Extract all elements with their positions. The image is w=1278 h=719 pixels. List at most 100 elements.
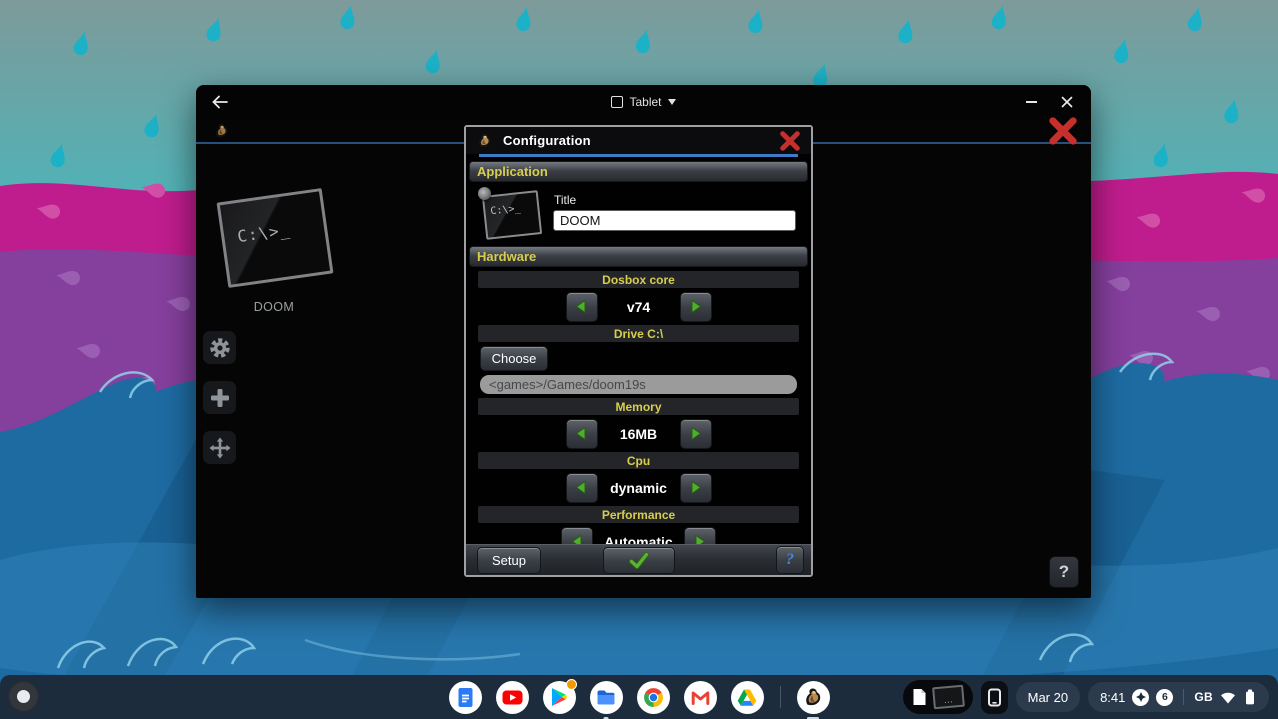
dos-mini-screen: C:\>_ <box>482 190 542 240</box>
status-tray-button[interactable]: 8:41 6 GB <box>1088 682 1269 712</box>
cpu-label: Cpu <box>478 452 799 469</box>
core-prev-button[interactable] <box>566 292 598 322</box>
document-icon <box>912 688 927 706</box>
time-label: 8:41 <box>1100 690 1125 705</box>
gmail-icon <box>690 687 711 708</box>
setup-button[interactable]: Setup <box>477 547 541 574</box>
magic-dosbox-icon <box>801 685 825 709</box>
cpu-spinner: dynamic <box>466 473 811 502</box>
dialog-close-button[interactable] <box>778 131 802 151</box>
plus-icon <box>209 387 231 409</box>
dosbox-core-label: Dosbox core <box>478 271 799 288</box>
holding-space-button[interactable]: ⋯ <box>903 680 973 714</box>
ime-label: GB <box>1194 690 1213 704</box>
shelf-item-magic-dosbox[interactable] <box>797 681 830 714</box>
app-window: Tablet C:\>_ DOOM <box>196 85 1091 598</box>
app-logo-icon <box>212 121 231 140</box>
arrow-left-icon <box>574 299 589 314</box>
memory-prev-button[interactable] <box>566 419 598 449</box>
play-store-notification-dot <box>566 679 577 690</box>
drive-path-field[interactable]: <games>/Games/doom19s <box>480 375 797 394</box>
application-section-header: Application <box>469 161 808 182</box>
chrome-icon <box>643 687 664 708</box>
application-row: C:\>_ Title <box>479 190 798 240</box>
shelf-apps <box>449 681 830 714</box>
pin-icon <box>478 187 491 200</box>
move-icon <box>209 437 231 459</box>
arrow-right-icon <box>688 299 703 314</box>
dialog-help-button[interactable]: ? <box>776 546 804 574</box>
memory-label: Memory <box>478 398 799 415</box>
shelf-separator <box>780 686 781 708</box>
google-docs-icon <box>456 687 475 708</box>
cpu-value: dynamic <box>609 480 669 496</box>
launcher-button[interactable] <box>8 681 39 712</box>
title-label: Title <box>554 193 796 207</box>
core-value: v74 <box>609 299 669 315</box>
hardware-section-header: Hardware <box>469 246 808 267</box>
arrow-left-icon <box>574 426 589 441</box>
dialog-title-bar: Configuration <box>466 127 811 154</box>
play-store-icon <box>549 687 569 707</box>
wifi-icon <box>1220 691 1236 704</box>
cpu-next-button[interactable] <box>680 473 712 503</box>
files-icon <box>596 689 616 706</box>
doom-shortcut[interactable]: C:\>_ DOOM <box>218 189 330 319</box>
phone-icon <box>987 688 1002 707</box>
shelf-item-youtube[interactable] <box>496 681 529 714</box>
dos-screen-icon: C:\>_ <box>217 188 334 288</box>
battery-icon <box>1243 689 1257 705</box>
notification-counter: 6 <box>1156 689 1173 706</box>
shelf-item-files[interactable] <box>590 681 623 714</box>
memory-next-button[interactable] <box>680 419 712 449</box>
doom-shortcut-label: DOOM <box>218 300 330 314</box>
tray-divider <box>1183 689 1184 705</box>
confirm-button[interactable] <box>603 547 675 574</box>
date-label: Mar 20 <box>1028 690 1068 705</box>
window-caption-bar: Tablet <box>196 85 1091 119</box>
shelf-item-gmail[interactable] <box>684 681 717 714</box>
dialog-footer: Setup ? <box>466 544 811 575</box>
display-mode-button[interactable]: Tablet <box>196 95 1091 109</box>
app-close-button[interactable] <box>1047 117 1079 145</box>
screen: Tablet C:\>_ DOOM <box>0 0 1278 719</box>
caret-down-icon <box>668 99 676 105</box>
dialog-logo-icon <box>475 131 494 150</box>
display-mode-label: Tablet <box>629 95 661 109</box>
core-next-button[interactable] <box>680 292 712 322</box>
update-icon <box>1132 689 1149 706</box>
arrow-left-icon <box>574 480 589 495</box>
choose-button[interactable]: Choose <box>480 346 548 371</box>
dialog-body: Application C:\>_ Title Hardware Dosbox … <box>466 157 811 575</box>
shelf-item-google-drive[interactable] <box>731 681 764 714</box>
check-icon <box>629 552 649 569</box>
google-drive-icon <box>737 687 757 708</box>
drive-c-label: Drive C:\ <box>478 325 799 342</box>
shelf-item-play-store[interactable] <box>543 681 576 714</box>
arrow-right-icon <box>688 480 703 495</box>
phone-hub-button[interactable] <box>981 681 1008 714</box>
date-button[interactable]: Mar 20 <box>1016 682 1080 712</box>
settings-button[interactable] <box>203 331 236 364</box>
memory-value: 16MB <box>609 426 669 442</box>
dialog-title: Configuration <box>503 133 591 148</box>
youtube-icon <box>502 687 523 708</box>
performance-label: Performance <box>478 506 799 523</box>
shelf-item-google-docs[interactable] <box>449 681 482 714</box>
tablet-icon <box>611 96 623 108</box>
memory-spinner: 16MB <box>466 419 811 448</box>
screenshot-thumbnail: ⋯ <box>932 685 965 710</box>
move-button[interactable] <box>203 431 236 464</box>
cpu-prev-button[interactable] <box>566 473 598 503</box>
shelf-item-chrome[interactable] <box>637 681 670 714</box>
arrow-right-icon <box>688 426 703 441</box>
app-help-button[interactable]: ? <box>1049 556 1079 588</box>
configuration-dialog: Configuration Application C:\>_ Title <box>464 125 813 577</box>
shelf: ⋯ Mar 20 8:41 6 GB <box>0 675 1278 719</box>
dosbox-core-spinner: v74 <box>466 292 811 321</box>
gear-icon <box>209 337 231 359</box>
add-game-button[interactable] <box>203 381 236 414</box>
title-input[interactable] <box>553 210 796 231</box>
game-icon: C:\>_ <box>479 190 543 240</box>
status-area: ⋯ Mar 20 8:41 6 GB <box>903 680 1269 714</box>
